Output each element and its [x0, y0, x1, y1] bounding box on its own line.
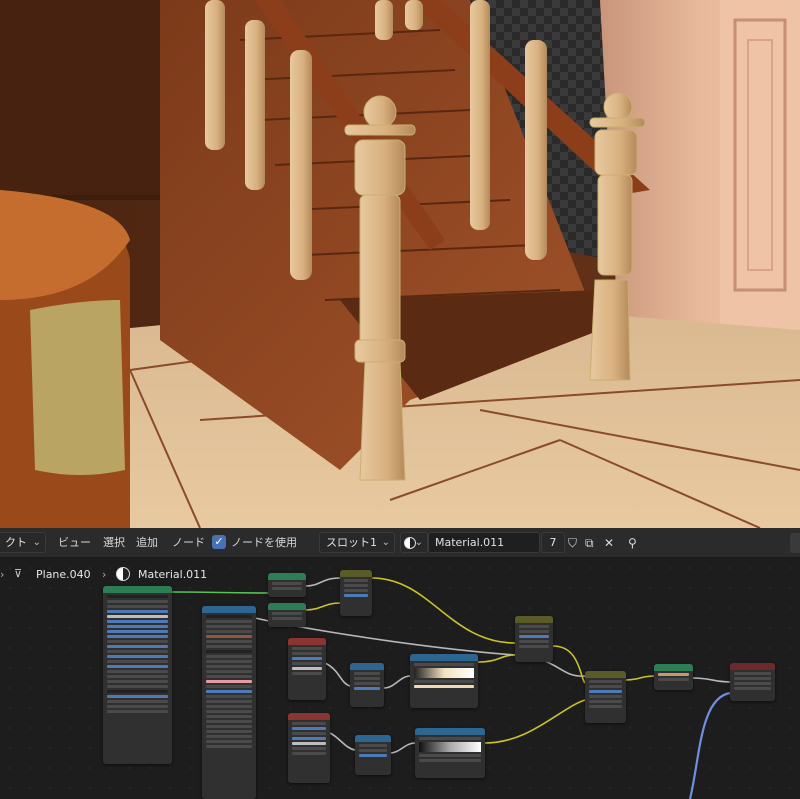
node-math[interactable] [340, 570, 372, 616]
node-mix-rgb[interactable] [515, 616, 553, 662]
chevron-down-icon: ⌄ [32, 537, 41, 548]
link [389, 742, 416, 754]
node-editor-header: クト ⌄ ビュー 選択 追加 ノード ✓ ノードを使用 スロット1 ⌄ ⌄ Ma… [0, 528, 800, 558]
node-texture-coord-2[interactable] [288, 713, 330, 783]
chevron-down-icon: ⌄ [414, 537, 423, 548]
pin-icon[interactable]: ⚲ [628, 535, 637, 551]
use-nodes-checkbox[interactable]: ✓ [212, 535, 226, 549]
node-group[interactable] [202, 606, 256, 799]
link-displacement [688, 691, 731, 799]
link [484, 699, 586, 744]
3d-viewport[interactable] [0, 0, 800, 528]
node-shader-to-rgb-2[interactable] [268, 603, 306, 627]
node-mix-2[interactable] [355, 735, 391, 775]
link [329, 732, 356, 751]
close-icon[interactable]: ✕ [604, 535, 614, 551]
link [692, 677, 731, 683]
node-color-ramp[interactable] [410, 654, 478, 708]
node-material-output[interactable] [730, 663, 775, 701]
node-color-ramp-2[interactable] [415, 728, 485, 778]
duplicate-icon[interactable]: ⧉ [585, 535, 594, 551]
link [305, 602, 341, 611]
node-mix[interactable] [350, 663, 384, 707]
editor-type-dropdown[interactable]: クト ⌄ [0, 532, 46, 553]
user-count[interactable]: 7 [541, 532, 565, 553]
link-bsdf [171, 591, 269, 594]
link [371, 577, 516, 644]
overlay-button[interactable] [790, 533, 800, 553]
node-editor-canvas[interactable]: › ⊽ Plane.040 › Material.011 [0, 558, 800, 799]
node-texture-coord[interactable] [288, 638, 326, 700]
chevron-down-icon: ⌄ [381, 537, 390, 548]
slot-label: スロット1 [326, 536, 377, 549]
menu-node[interactable]: ノード [172, 535, 205, 551]
link [477, 654, 516, 663]
editor-type-label: クト [5, 536, 27, 549]
node-principled-bsdf[interactable] [103, 586, 172, 764]
link [305, 577, 341, 587]
fake-user-shield-icon[interactable]: ⛉ [568, 535, 577, 551]
node-mix-rgb-2[interactable] [585, 671, 626, 723]
menu-view[interactable]: ビュー [58, 535, 91, 551]
viewport-render [0, 0, 800, 528]
link [552, 645, 586, 684]
material-name-field[interactable]: Material.011 [428, 532, 540, 553]
link [324, 662, 351, 687]
link [625, 675, 655, 681]
menu-select[interactable]: 選択 [103, 535, 125, 551]
use-nodes-label: ノードを使用 [231, 536, 297, 549]
material-browse-button[interactable]: ⌄ [400, 532, 428, 553]
node-mix-shader[interactable] [654, 664, 693, 690]
menu-add[interactable]: 追加 [136, 535, 158, 551]
node-shader-to-rgb[interactable] [268, 573, 306, 597]
slot-dropdown[interactable]: スロット1 ⌄ [319, 532, 395, 553]
link [383, 675, 411, 689]
